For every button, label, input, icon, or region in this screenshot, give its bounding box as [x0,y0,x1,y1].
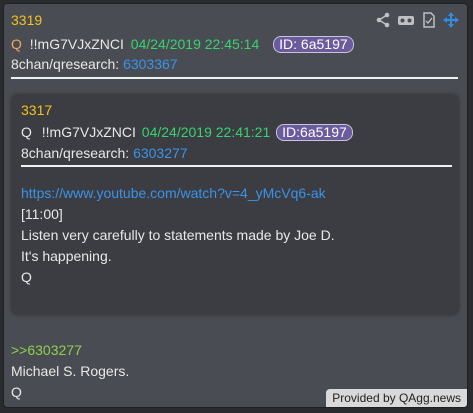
quoted-post-id-badge[interactable]: ID:6a5197 [276,124,353,141]
post-board: 8chan/qresearch: [11,56,120,72]
quoted-post-line: [11:00] [21,206,63,222]
post-name: Q [11,36,22,52]
quoted-post-url[interactable]: https://www.youtube.com/watch?v=4_yMcVq6… [21,185,326,201]
quoted-post-link[interactable]: 6303277 [133,145,188,161]
quoted-post-line: Listen very carefully to statements made… [21,227,335,243]
post-header: Q !!mG7VJxZNCI 04/24/2019 22:45:14 ID: 6… [11,36,354,53]
quoted-post-line: It's happening. [21,248,112,264]
post-toolbar [375,12,459,28]
quoted-post-name: Q [21,124,32,140]
post-id-badge[interactable]: ID: 6a5197 [273,36,354,53]
post-board-line: 8chan/qresearch: 6303367 [11,56,178,72]
document-icon[interactable] [421,12,437,28]
post-divider [11,77,458,79]
post-number: 3319 [11,12,43,28]
reply-line: Q [11,384,22,400]
quoted-post-header: Q !!mG7VJxZNCI 04/24/2019 22:41:21 ID:6a… [21,124,353,141]
post-tripcode: !!mG7VJxZNCI [29,36,124,52]
move-icon[interactable] [443,12,459,28]
share-icon[interactable] [375,12,391,28]
reply-line: Michael S. Rogers. [11,363,130,379]
post-timestamp: 04/24/2019 22:45:14 [130,36,260,52]
quoted-post-number: 3317 [21,102,53,118]
quoted-post-timestamp: 04/24/2019 22:41:21 [141,124,271,140]
reply-quote-link[interactable]: >>6303277 [11,342,82,358]
quoted-post-board: 8chan/qresearch: [21,145,130,161]
quoted-post-tripcode: !!mG7VJxZNCI [41,124,136,140]
vr-glasses-icon[interactable] [397,12,415,28]
post-card: 3319 Q !!mG7VJxZNCI 04/24/2019 22:45:14 … [3,3,468,408]
quoted-post-divider [21,165,452,167]
quoted-post-board-line: 8chan/qresearch: 6303277 [21,145,188,161]
quoted-post-line: Q [21,269,32,285]
provided-by-footer[interactable]: Provided by QAgg.news [326,389,467,407]
quoted-post: 3317 Q !!mG7VJxZNCI 04/24/2019 22:41:21 … [12,95,458,314]
post-link[interactable]: 6303367 [123,56,178,72]
